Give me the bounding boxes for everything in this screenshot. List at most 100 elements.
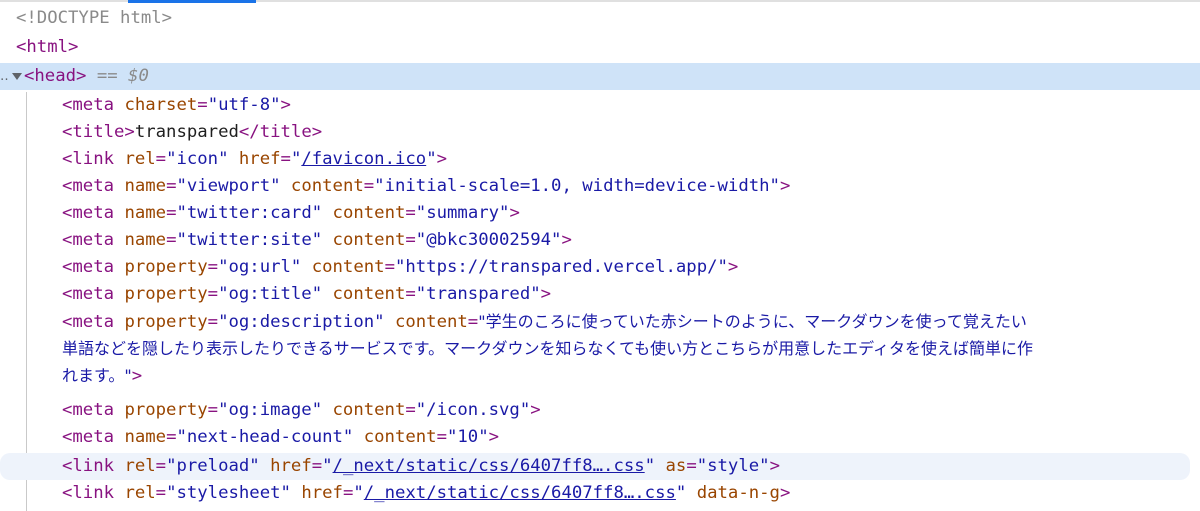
equals: = xyxy=(166,203,177,223)
attr-name: property xyxy=(124,312,208,332)
dom-node-head-selected[interactable]: ‥ <head> == $0 xyxy=(0,63,1200,90)
attr-value: "10" xyxy=(447,427,489,447)
tag-name: <link xyxy=(62,483,125,503)
dom-node-link-stylesheet[interactable]: <link rel="stylesheet" href="/_next/stat… xyxy=(0,480,1200,507)
attr-name: rel xyxy=(124,456,156,476)
attr-value: "og:description" xyxy=(218,312,385,332)
dom-node-html[interactable]: <html> xyxy=(0,34,1200,61)
attr-name: property xyxy=(124,400,208,420)
dom-node-title[interactable]: <title>transpared</title> xyxy=(0,119,1200,146)
doctype-text: <!DOCTYPE html> xyxy=(16,8,173,28)
dom-node-meta-og-title[interactable]: <meta property="og:title" content="trans… xyxy=(0,281,1200,308)
attr-name: charset xyxy=(124,95,198,115)
tag-close: > xyxy=(509,203,520,223)
attr-name: name xyxy=(124,427,167,447)
attr-name: content xyxy=(290,176,364,196)
expand-triangle-icon[interactable] xyxy=(11,63,23,90)
equals: = xyxy=(363,176,375,196)
more-actions-dots-icon[interactable]: ‥ xyxy=(0,63,9,90)
quote: " xyxy=(644,456,656,476)
elements-panel: <!DOCTYPE html> <html> ‥ <head> == $0 <m… xyxy=(0,0,1200,511)
tag-name: <meta xyxy=(62,176,125,196)
equals: = xyxy=(405,400,416,420)
attr-name: href xyxy=(301,483,343,503)
dom-node-meta-next-head-count[interactable]: <meta name="next-head-count" content="10… xyxy=(0,424,1200,451)
dom-node-meta-twitter-card[interactable]: <meta name="twitter:card" content="summa… xyxy=(0,200,1200,227)
dom-node-meta-charset[interactable]: <meta charset="utf-8"> xyxy=(0,92,1200,119)
tag-close: > xyxy=(530,400,541,420)
title-open-tag: <title> xyxy=(62,122,135,142)
active-tab-indicator xyxy=(128,0,256,3)
tag-close: > xyxy=(779,483,791,503)
attr-name: rel xyxy=(124,483,156,503)
dom-node-meta-viewport[interactable]: <meta name="viewport" content="initial-s… xyxy=(0,173,1200,200)
attr-value: "utf-8" xyxy=(207,95,281,115)
preload-css-link[interactable]: /_next/static/css/6407ff8….css xyxy=(333,456,645,476)
dom-node-meta-og-description[interactable]: <meta property="og:description" content=… xyxy=(0,308,1200,389)
tag-close: > xyxy=(488,427,500,447)
link-icon-line: <link rel="icon" href="/favicon.ico"> xyxy=(62,146,447,173)
attr-value: "@bkc30002594" xyxy=(415,230,562,250)
title-close-tag: </title> xyxy=(238,122,323,142)
attr-name: data-n-g xyxy=(696,483,780,503)
equals: = xyxy=(280,149,291,169)
equals: = xyxy=(311,456,323,476)
attr-value: "initial-scale=1.0, width=device-width" xyxy=(374,176,780,196)
attr-name: href xyxy=(238,149,281,169)
meta-twitter-card-line: <meta name="twitter:card" content="summa… xyxy=(62,200,520,227)
attr-name: property xyxy=(124,257,208,277)
equals: = xyxy=(207,257,219,277)
equals: = xyxy=(436,427,447,447)
dom-node-link-icon[interactable]: <link rel="icon" href="/favicon.ico"> xyxy=(0,146,1200,173)
head-open-tag: <head> xyxy=(24,66,87,86)
attr-name: name xyxy=(124,176,167,196)
attr-value: "twitter:site" xyxy=(176,230,323,250)
favicon-link[interactable]: /favicon.ico xyxy=(301,149,426,169)
quote: " xyxy=(322,456,333,476)
attr-name: href xyxy=(270,456,312,476)
attr-value: "preload" xyxy=(166,456,260,476)
quote: " xyxy=(290,149,302,169)
attr-name: content xyxy=(394,312,468,332)
dom-node-meta-og-url[interactable]: <meta property="og:url" content="https:/… xyxy=(0,254,1200,281)
equals: = xyxy=(207,284,219,304)
equals: = xyxy=(207,400,219,420)
attr-value: "twitter:card" xyxy=(176,203,323,223)
quote: " xyxy=(426,149,437,169)
equals: = xyxy=(155,456,167,476)
stylesheet-css-link[interactable]: /_next/static/css/6407ff8….css xyxy=(364,483,676,503)
dom-node-meta-og-image[interactable]: <meta property="og:image" content="/icon… xyxy=(0,397,1200,424)
meta-og-title-line: <meta property="og:title" content="trans… xyxy=(62,281,551,308)
attr-name: content xyxy=(332,203,406,223)
console-reference: == $0 xyxy=(86,66,149,86)
tag-close: > xyxy=(436,149,448,169)
attr-value: "og:image" xyxy=(218,400,323,420)
description-value-part1: "学生のころに使っていた赤シートのように、マークダウンを使って覚えたい xyxy=(478,312,1027,331)
attr-name: property xyxy=(124,284,208,304)
attr-name: content xyxy=(332,230,406,250)
equals: = xyxy=(405,230,416,250)
meta-next-head-count-line: <meta name="next-head-count" content="10… xyxy=(62,424,499,451)
tag-name: <meta xyxy=(62,203,125,223)
dom-node-doctype[interactable]: <!DOCTYPE html> xyxy=(0,5,1200,32)
attr-name: content xyxy=(332,400,406,420)
equals: = xyxy=(467,312,479,332)
tag-name: <meta xyxy=(62,284,125,304)
link-stylesheet-line: <link rel="stylesheet" href="/_next/stat… xyxy=(62,480,790,507)
attr-value: "viewport" xyxy=(176,176,281,196)
attr-value: "transpared" xyxy=(415,284,541,304)
attr-value: "summary" xyxy=(415,203,510,223)
dom-node-meta-twitter-site[interactable]: <meta name="twitter:site" content="@bkc3… xyxy=(0,227,1200,254)
attr-name: rel xyxy=(124,149,156,169)
dom-node-link-preload[interactable]: <link rel="preload" href="/_next/static/… xyxy=(0,453,1190,480)
